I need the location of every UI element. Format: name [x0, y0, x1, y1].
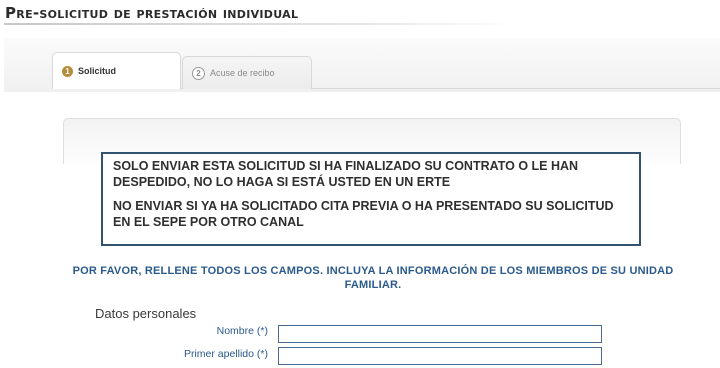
notice-line-2: NO ENVIAR SI YA HA SOLICITADO CITA PREVI…: [113, 199, 614, 229]
nombre-input[interactable]: [278, 325, 602, 343]
title-underline: [4, 23, 519, 25]
tab-solicitud-label: Solicitud: [78, 66, 116, 76]
required-marker: (*): [256, 348, 268, 360]
notice-line-1: SOLO ENVIAR ESTA SOLICITUD SI HA FINALIZ…: [113, 159, 579, 189]
primer-apellido-label: Primer apellido (*): [184, 348, 268, 360]
step-1-icon: 1: [62, 65, 73, 77]
required-marker: (*): [256, 325, 268, 337]
form-instructions: POR FAVOR, RELLENE TODOS LOS CAMPOS. INC…: [72, 265, 674, 291]
primer-apellido-label-text: Primer apellido: [183, 348, 254, 360]
section-title-personal-data: Datos personales: [95, 306, 197, 321]
primer-apellido-input[interactable]: [278, 347, 602, 365]
tab-acuse-label: Acuse de recibo: [210, 68, 275, 78]
tab-acuse-de-recibo[interactable]: 2 Acuse de recibo: [182, 56, 312, 89]
nombre-label: Nombre (*): [217, 325, 268, 337]
warning-notice: SOLO ENVIAR ESTA SOLICITUD SI HA FINALIZ…: [101, 152, 641, 246]
tab-solicitud[interactable]: 1 Solicitud: [52, 52, 181, 89]
step-2-icon: 2: [192, 66, 205, 80]
page-title: Pre-solicitud de prestación individual: [5, 4, 299, 22]
nombre-label-text: Nombre: [216, 325, 254, 337]
